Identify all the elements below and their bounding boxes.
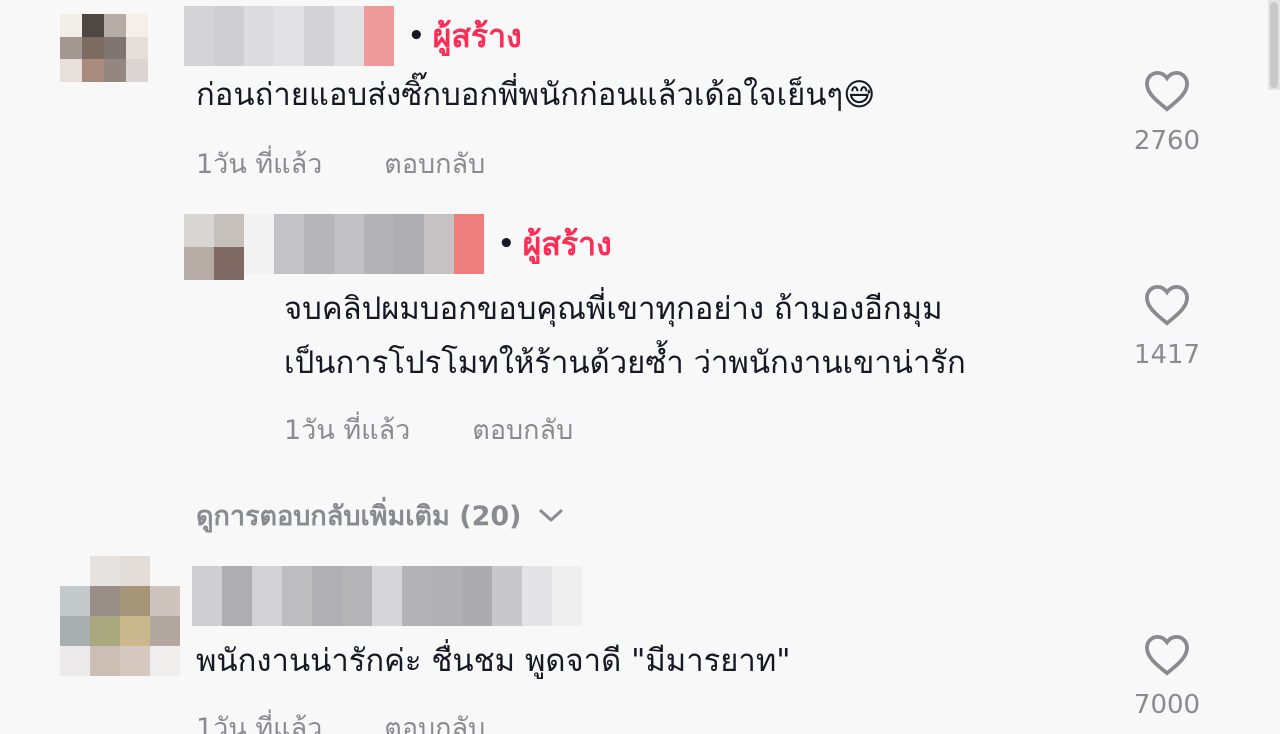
like-count: 7000 [1133,690,1201,720]
reply-item: • ผู้สร้าง จบคลิปผมบอกขอบคุณพี่เขาทุกอย่… [0,200,1280,470]
username-row: • ผู้สร้าง [184,6,522,66]
avatar[interactable] [60,14,170,104]
separator-dot: • [408,21,425,51]
comment-text: ก่อนถ่ายแอบส่งซิ๊กบอกพี่พนักก่อนแล้วเด้อ… [196,77,876,113]
username-blurred[interactable] [184,6,394,66]
view-more-replies-button[interactable]: ดูการตอบกลับเพิ่มเติม (20) [196,494,564,537]
heart-icon[interactable] [1144,284,1190,326]
comment-item: พนักงานน่ารักค่ะ ชื่นชม พูดจาดี "มีมารยา… [0,550,1280,734]
comment-meta: 1วัน ที่แล้ว ตอบกลับ [196,142,485,185]
heart-icon[interactable] [1144,70,1190,112]
scrollbar[interactable] [1268,0,1280,90]
comments-panel: • ผู้สร้าง ก่อนถ่ายแอบส่งซิ๊กบอกพี่พนักก… [0,0,1280,734]
like-button[interactable]: 2760 [1127,70,1207,156]
timestamp: 1วัน ที่แล้ว [196,149,323,180]
timestamp: 1วัน ที่แล้ว [284,415,411,446]
creator-badge: ผู้สร้าง [522,224,612,263]
reply-button[interactable]: ตอบกลับ [384,706,485,734]
reply-button[interactable]: ตอบกลับ [384,142,485,185]
view-more-replies-label: ดูการตอบกลับเพิ่มเติม (20) [196,501,522,532]
separator-dot: • [498,229,515,259]
comment-meta: 1วัน ที่แล้ว ตอบกลับ [196,706,485,734]
username-blurred[interactable] [192,566,582,626]
comment-text-line: จบคลิปผมบอกขอบคุณพี่เขาทุกอย่าง ถ้ามองอี… [284,291,943,327]
comment-text: จบคลิปผมบอกขอบคุณพี่เขาทุกอย่าง ถ้ามองอี… [284,282,966,390]
like-button[interactable]: 1417 [1127,284,1207,370]
comment-text-line: เป็นการโปรโมทให้ร้านด้วยซ้ำ ว่าพนักงานเข… [284,345,966,381]
comment-meta: 1วัน ที่แล้ว ตอบกลับ [284,408,573,451]
heart-icon[interactable] [1144,634,1190,676]
like-count: 1417 [1133,340,1201,370]
creator-badge: ผู้สร้าง [432,16,522,55]
like-count: 2760 [1133,126,1201,156]
username-row: • ผู้สร้าง [244,214,612,274]
comment-text: พนักงานน่ารักค่ะ ชื่นชม พูดจาดี "มีมารยา… [196,643,791,679]
username-row [192,566,582,626]
comment-item: • ผู้สร้าง ก่อนถ่ายแอบส่งซิ๊กบอกพี่พนักก… [0,0,1280,200]
username-blurred[interactable] [244,214,484,274]
avatar[interactable] [60,556,180,676]
like-button[interactable]: 7000 [1127,634,1207,720]
avatar[interactable] [184,214,244,280]
timestamp: 1วัน ที่แล้ว [196,713,323,734]
chevron-down-icon [539,509,563,521]
reply-button[interactable]: ตอบกลับ [472,408,573,451]
